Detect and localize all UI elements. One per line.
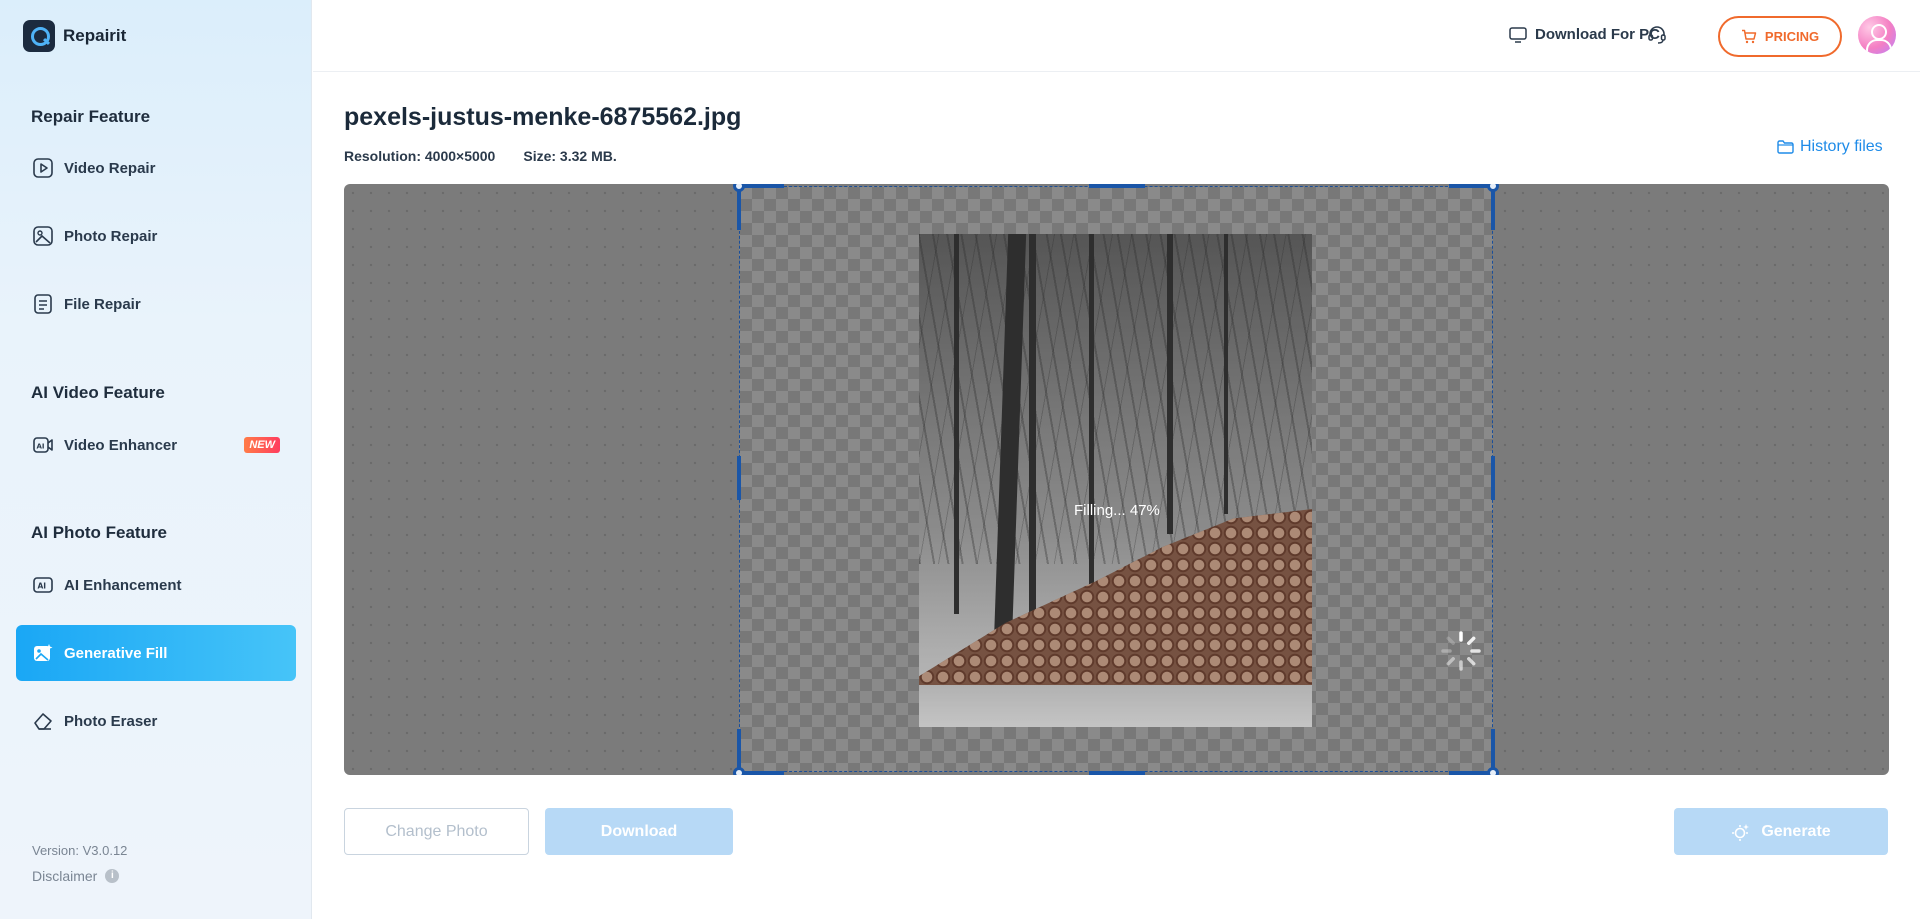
selection-edge-top-right[interactable] bbox=[1449, 184, 1491, 188]
sidebar-item-video-enhancer[interactable]: AI Video Enhancer NEW bbox=[16, 417, 296, 473]
monitor-icon bbox=[1509, 26, 1527, 43]
user-avatar[interactable] bbox=[1858, 16, 1896, 54]
selection-edge-top-left[interactable] bbox=[742, 184, 784, 188]
resize-handle-top-right[interactable] bbox=[1487, 184, 1499, 192]
sidebar-item-label: Video Enhancer bbox=[64, 436, 178, 454]
file-name-title: pexels-justus-menke-6875562.jpg bbox=[344, 103, 742, 131]
selection-edge-right-mid[interactable] bbox=[1491, 456, 1495, 500]
folder-icon bbox=[1777, 140, 1794, 154]
file-icon bbox=[34, 294, 52, 314]
generate-button[interactable]: Generate bbox=[1674, 808, 1888, 855]
section-title-repair: Repair Feature bbox=[31, 107, 151, 126]
selection-edge-bottom-left[interactable] bbox=[742, 771, 784, 775]
selection-edge-left-bottom[interactable] bbox=[737, 729, 741, 771]
sidebar-item-label: Generative Fill bbox=[64, 644, 168, 662]
resize-handle-bottom-left[interactable] bbox=[733, 767, 745, 775]
repairit-logo-icon bbox=[23, 20, 55, 52]
source-photo bbox=[919, 234, 1312, 727]
selection-edge-right-bottom[interactable] bbox=[1491, 729, 1495, 771]
selection-edge-left-top[interactable] bbox=[737, 188, 741, 230]
generative-fill-icon bbox=[34, 644, 53, 661]
sidebar-item-photo-repair[interactable]: Photo Repair bbox=[16, 208, 296, 264]
history-files-label: History files bbox=[1800, 138, 1883, 155]
filling-progress-text: Filling... 47% bbox=[1074, 502, 1160, 519]
sidebar-item-ai-enhancement[interactable]: AI AI Enhancement bbox=[16, 557, 296, 613]
selection-edge-bottom-right[interactable] bbox=[1449, 771, 1491, 775]
change-photo-button[interactable]: Change Photo bbox=[344, 808, 529, 855]
section-title-ai-video: AI Video Feature bbox=[31, 383, 165, 402]
selection-edge-top-mid[interactable] bbox=[1089, 184, 1145, 188]
brand-name: Repairit bbox=[63, 26, 127, 45]
ai-enhance-icon: AI bbox=[33, 577, 53, 593]
version-label: Version: V3.0.12 bbox=[32, 843, 128, 858]
info-icon[interactable]: i bbox=[105, 869, 120, 883]
generate-label: Generate bbox=[1761, 822, 1831, 840]
download-button[interactable]: Download bbox=[545, 808, 733, 855]
top-bar: Download For PC PRICING bbox=[313, 0, 1920, 72]
pricing-button[interactable]: PRICING bbox=[1718, 16, 1842, 57]
history-files-link[interactable]: History files bbox=[1777, 138, 1883, 156]
video-ai-icon: AI bbox=[33, 437, 53, 453]
eraser-icon bbox=[34, 713, 52, 730]
play-icon bbox=[33, 158, 53, 178]
section-title-ai-photo: AI Photo Feature bbox=[31, 523, 168, 542]
sidebar-item-label: Photo Repair bbox=[64, 227, 158, 245]
selection-edge-right-top[interactable] bbox=[1491, 188, 1495, 230]
image-icon bbox=[33, 226, 53, 246]
svg-text:AI: AI bbox=[38, 582, 47, 591]
sidebar-item-label: Photo Eraser bbox=[64, 712, 158, 730]
brand[interactable]: Repairit bbox=[23, 20, 126, 52]
selection-edge-bottom-mid[interactable] bbox=[1089, 771, 1145, 775]
editor-canvas[interactable]: Filling... 47% bbox=[344, 184, 1889, 775]
support-headset-icon[interactable] bbox=[1647, 25, 1667, 45]
sidebar-item-label: AI Enhancement bbox=[64, 576, 182, 594]
sidebar-item-photo-eraser[interactable]: Photo Eraser bbox=[16, 693, 296, 749]
file-meta: Resolution: 4000×5000 Size: 3.32 MB. bbox=[344, 148, 617, 164]
resolution-label: Resolution: 4000×5000 bbox=[344, 148, 496, 164]
sidebar: Repairit Repair Feature Video Repair Pho… bbox=[0, 0, 312, 919]
sidebar-item-label: Video Repair bbox=[64, 159, 156, 177]
size-label: Size: 3.32 MB. bbox=[523, 148, 617, 164]
sidebar-item-file-repair[interactable]: File Repair bbox=[16, 276, 296, 332]
sidebar-item-label: File Repair bbox=[64, 295, 141, 313]
resize-handle-bottom-right[interactable] bbox=[1487, 767, 1499, 775]
cart-icon bbox=[1741, 29, 1757, 44]
sidebar-item-video-repair[interactable]: Video Repair bbox=[16, 140, 296, 196]
new-badge: NEW bbox=[244, 437, 280, 453]
disclaimer-link[interactable]: Disclaimer i bbox=[32, 868, 120, 884]
sparkle-magic-icon bbox=[1732, 823, 1750, 841]
sidebar-item-generative-fill[interactable]: Generative Fill bbox=[16, 625, 296, 681]
selection-edge-left-mid[interactable] bbox=[737, 456, 741, 500]
download-for-pc-link[interactable]: Download For PC bbox=[1509, 26, 1660, 43]
disclaimer-label: Disclaimer bbox=[32, 868, 98, 884]
download-for-pc-label: Download For PC bbox=[1535, 26, 1660, 43]
svg-text:AI: AI bbox=[37, 443, 45, 451]
loading-spinner-icon bbox=[1441, 631, 1481, 671]
pricing-label: PRICING bbox=[1764, 29, 1820, 44]
